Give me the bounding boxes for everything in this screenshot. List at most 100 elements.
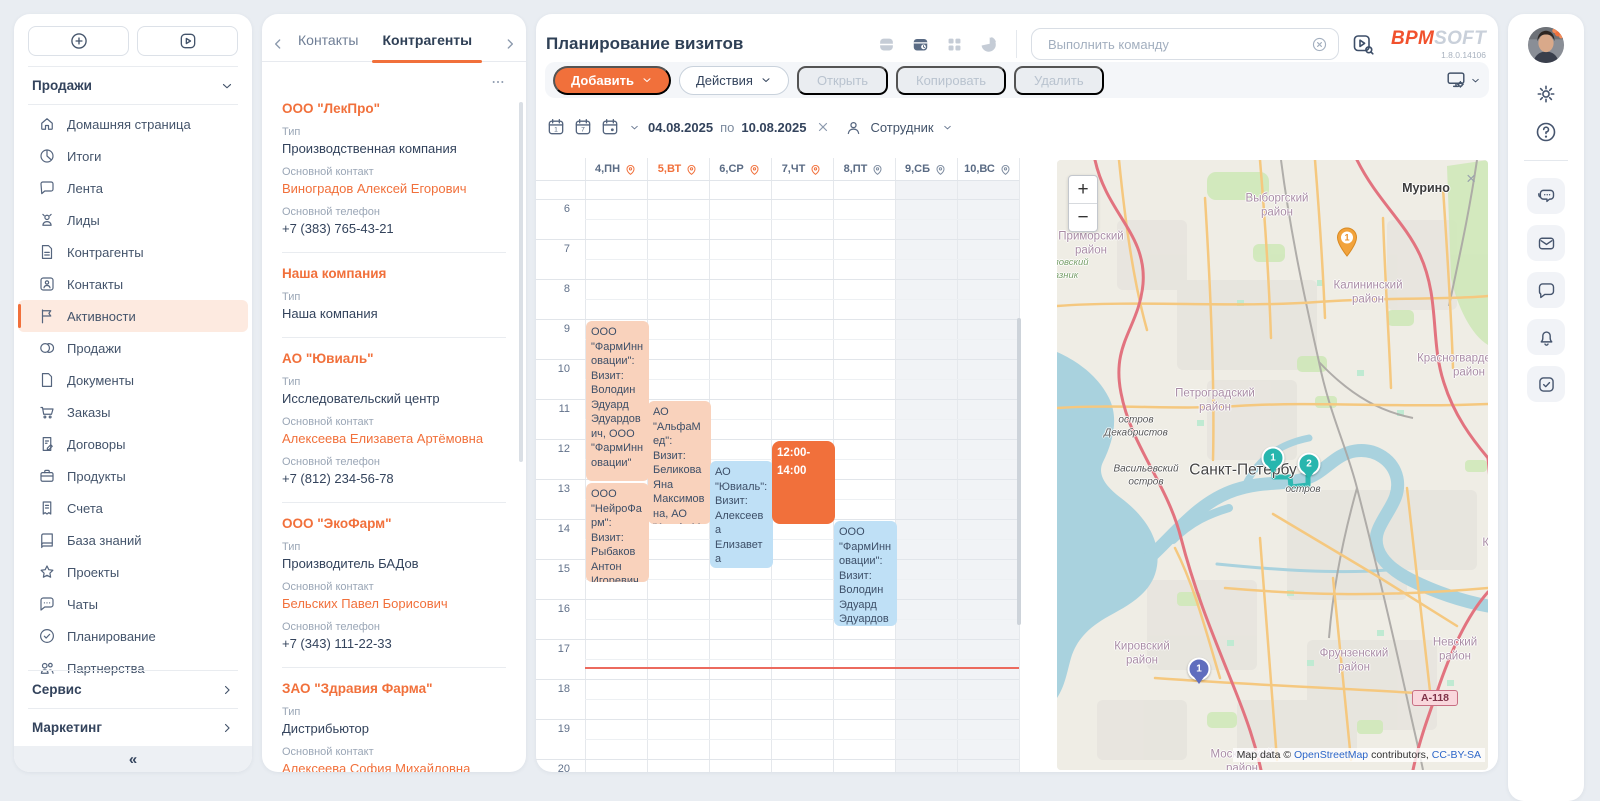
sidebar-item-flag[interactable]: Активности — [18, 300, 248, 332]
day-header-10,ВС[interactable]: 10,ВС — [957, 158, 1019, 180]
tasks-button[interactable] — [1527, 366, 1565, 402]
open-button[interactable]: Открыть — [797, 66, 888, 95]
calendar-day-icon[interactable]: 1 — [546, 117, 566, 137]
account-field: Основной телефон+7 (812) 234-56-78 — [282, 456, 506, 486]
field-value-link[interactable]: Виноградов Алексей Егорович — [282, 181, 506, 196]
zoom-in-button[interactable]: + — [1069, 176, 1097, 204]
email-button[interactable] — [1527, 225, 1565, 261]
account-title-link[interactable]: Наша компания — [282, 266, 506, 281]
clear-command-icon[interactable] — [1311, 36, 1328, 53]
sidebar-item-coins[interactable]: Продажи — [18, 332, 248, 364]
panel-scrollbar[interactable] — [519, 102, 523, 462]
day-header-6,СР[interactable]: 6,СР — [709, 158, 771, 180]
date-to[interactable]: 10.08.2025 — [741, 120, 806, 135]
license-link[interactable]: CC-BY-SA — [1432, 749, 1481, 761]
account-title-link[interactable]: ЗАО "Здравия Фарма" — [282, 681, 506, 696]
account-title-link[interactable]: АО "Ювиаль" — [282, 351, 506, 366]
sidebar-item-pie[interactable]: Итоги — [18, 140, 248, 172]
tabs-scroll-right-icon[interactable] — [502, 36, 518, 52]
sidebar-item-label: Контрагенты — [67, 245, 144, 260]
location-pin-icon[interactable] — [748, 163, 761, 176]
feed-button[interactable] — [1527, 272, 1565, 308]
chevron-down-icon[interactable] — [942, 122, 953, 133]
view-grid-icon[interactable] — [945, 35, 964, 54]
notifications-button[interactable] — [1527, 319, 1565, 355]
user-avatar[interactable] — [1527, 26, 1565, 64]
sidebar-item-chat[interactable]: Лента — [18, 172, 248, 204]
copy-button[interactable]: Копировать — [896, 66, 1006, 95]
sidebar-item-star[interactable]: Проекты — [18, 556, 248, 588]
actions-button[interactable]: Действия — [679, 66, 789, 95]
location-pin-icon[interactable] — [871, 163, 884, 176]
sidebar-item-book[interactable]: База знаний — [18, 524, 248, 556]
location-pin-icon[interactable] — [685, 163, 698, 176]
chevron-down-icon[interactable] — [629, 122, 640, 133]
collapse-sidebar-button[interactable]: « — [14, 746, 252, 772]
day-header-9,СБ[interactable]: 9,СБ — [895, 158, 957, 180]
view-calendar-icon[interactable] — [911, 35, 930, 54]
workplace-section[interactable]: Сервис — [14, 671, 252, 708]
date-from[interactable]: 04.08.2025 — [648, 120, 713, 135]
calendar-event[interactable]: АО "Ювиаль": Визит: Алексеева Елизавета … — [710, 461, 773, 568]
grid-line — [536, 719, 1019, 720]
more-options-icon[interactable] — [490, 74, 506, 90]
sidebar-item-fileBlank[interactable]: Документы — [18, 364, 248, 396]
run-process-search-icon[interactable] — [1351, 32, 1375, 56]
field-value-link[interactable]: Бельских Павел Борисович — [282, 596, 506, 611]
sidebar-item-briefcase[interactable]: Продукты — [18, 460, 248, 492]
day-header-4,ПН[interactable]: 4,ПН — [585, 158, 647, 180]
workplace-header-sales[interactable]: Продажи — [14, 67, 252, 104]
field-value-link[interactable]: Алексеева София Михайловна — [282, 761, 506, 772]
zoom-out-button[interactable]: − — [1069, 204, 1097, 231]
sidebar-item-home[interactable]: Домашняя страница — [18, 108, 248, 140]
map[interactable]: МуриноВыборгский районПриморский районло… — [1057, 160, 1488, 770]
command-input[interactable] — [1046, 36, 1311, 53]
calendar-custom-icon[interactable] — [600, 117, 620, 137]
sidebar-item-contractPen[interactable]: Договоры — [18, 428, 248, 460]
map-pin-orange[interactable]: 1 — [1335, 227, 1359, 262]
openstreetmap-link[interactable]: OpenStreetMap — [1294, 749, 1368, 761]
tab-контакты[interactable]: Контакты — [286, 26, 370, 61]
location-pin-icon[interactable] — [934, 163, 947, 176]
calendar-event[interactable]: 12:00-14:00 — [772, 441, 835, 524]
settings-gear-icon[interactable] — [1534, 82, 1558, 106]
grid-settings-button[interactable] — [1445, 69, 1481, 91]
sidebar-item-contactCard[interactable]: Контакты — [18, 268, 248, 300]
workplace-section[interactable]: Маркетинг — [14, 709, 252, 746]
calendar-event[interactable]: ООО "НейроФарм": Визит: Рыбаков Антон Иг… — [586, 483, 649, 582]
field-value-link[interactable]: Алексеева Елизавета Артёмовна — [282, 431, 506, 446]
clear-date-icon[interactable] — [816, 120, 830, 134]
sidebar-item-cart[interactable]: Заказы — [18, 396, 248, 428]
employee-filter[interactable]: Сотрудник — [870, 120, 933, 135]
run-process-button[interactable] — [137, 26, 238, 56]
sidebar-item-invoice[interactable]: Счета — [18, 492, 248, 524]
chats-button[interactable] — [1527, 178, 1565, 214]
help-icon[interactable] — [1534, 120, 1558, 144]
sidebar-item-docLines[interactable]: Контрагенты — [18, 236, 248, 268]
tabs-scroll-left-icon[interactable] — [270, 36, 286, 52]
location-pin-icon[interactable] — [999, 163, 1012, 176]
account-title-link[interactable]: ООО "ЭкоФарм" — [282, 516, 506, 531]
sidebar-item-checkCircle[interactable]: Планирование — [18, 620, 248, 652]
calendar-scrollbar[interactable] — [1017, 318, 1021, 625]
tab-контрагенты[interactable]: Контрагенты — [370, 26, 484, 61]
calendar-week-icon[interactable]: 7 — [573, 117, 593, 137]
day-header-5,ВТ[interactable]: 5,ВТ — [647, 158, 709, 180]
delete-button[interactable]: Удалить — [1014, 66, 1104, 95]
map-close-icon[interactable]: × — [1466, 169, 1476, 189]
location-pin-icon[interactable] — [809, 163, 822, 176]
sidebar-item-lead[interactable]: Лиды — [18, 204, 248, 236]
day-header-8,ПТ[interactable]: 8,ПТ — [833, 158, 895, 180]
plus-circle-icon — [69, 31, 89, 51]
account-title-link[interactable]: ООО "ЛекПро" — [282, 101, 506, 116]
calendar-event[interactable]: ООО "ФармИнновации": Визит: Володин Эдуа… — [586, 321, 649, 481]
day-header-7,ЧТ[interactable]: 7,ЧТ — [771, 158, 833, 180]
view-analytics-icon[interactable] — [979, 35, 998, 54]
location-pin-icon[interactable] — [624, 163, 637, 176]
calendar-event[interactable]: ООО "ФармИнновации": Визит: Володин Эдуа… — [834, 521, 897, 626]
view-list-icon[interactable] — [877, 35, 896, 54]
calendar-event[interactable]: АО "АльфаМед": Визит: Беликова Яна Макси… — [648, 401, 711, 524]
sidebar-item-chatDots[interactable]: Чаты — [18, 588, 248, 620]
add-record-button[interactable] — [28, 26, 129, 56]
add-button[interactable]: Добавить — [553, 66, 671, 95]
